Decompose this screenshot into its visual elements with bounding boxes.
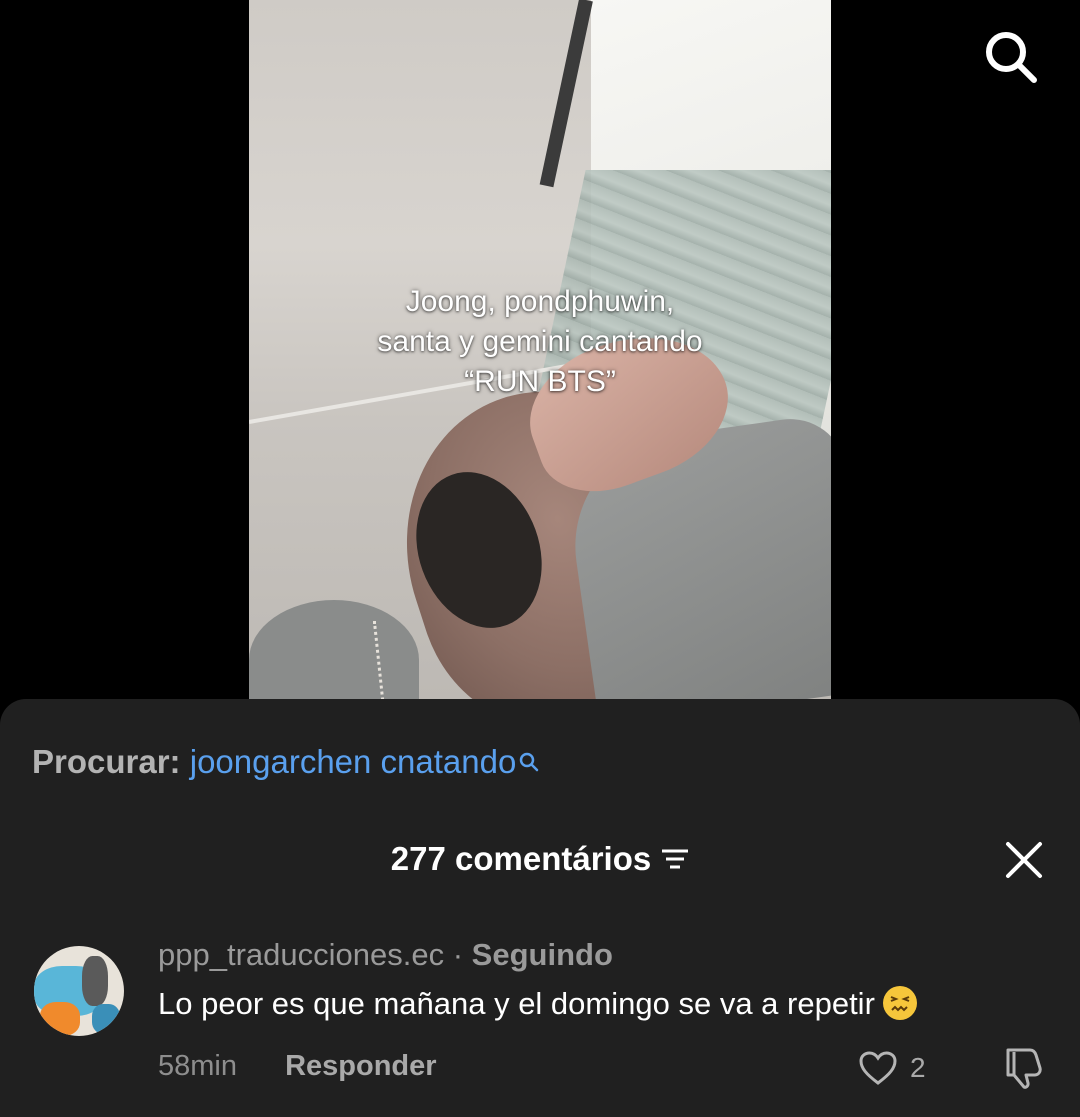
video-player[interactable]: Joong, pondphuwin, santa y gemini cantan… xyxy=(0,0,1080,700)
comment-body: Lo peor es que mañana y el domingo se va… xyxy=(158,986,875,1021)
comment-username[interactable]: ppp_traducciones.ec xyxy=(158,937,444,972)
like-count: 2 xyxy=(910,1052,926,1083)
comment-meta: ppp_traducciones.ec · Seguindo xyxy=(158,934,613,976)
video-caption-line: Joong, pondphuwin, xyxy=(405,285,675,318)
comments-count-title: 277 comentários xyxy=(390,840,652,877)
search-icon xyxy=(986,32,1037,83)
meta-separator: · xyxy=(452,937,464,972)
comments-header: 277 comentários xyxy=(0,838,1080,880)
follow-status: Seguindo xyxy=(471,937,613,972)
video-caption-line: santa y gemini cantando xyxy=(377,325,703,358)
dislike-button[interactable] xyxy=(1000,1046,1048,1090)
search-icon xyxy=(518,740,540,784)
comment-item: ppp_traducciones.ec · Seguindo Lo peor e… xyxy=(0,930,1080,1117)
close-icon xyxy=(1006,842,1042,878)
search-suggestion-prefix: Procurar: xyxy=(32,743,181,780)
video-caption: Joong, pondphuwin, santa y gemini cantan… xyxy=(249,282,831,402)
confounded-face-emoji-icon xyxy=(882,985,917,1020)
like-button[interactable]: 2 xyxy=(858,1048,926,1088)
filter-icon[interactable] xyxy=(661,838,689,880)
comment-time: 58min xyxy=(158,1050,237,1082)
search-suggestion[interactable]: Procurar: joongarchen cnatando xyxy=(32,740,540,784)
avatar[interactable] xyxy=(34,946,124,1036)
heart-icon xyxy=(859,1051,897,1085)
thumbs-down-icon xyxy=(1006,1048,1042,1089)
close-button[interactable] xyxy=(1004,840,1044,880)
comment-text: Lo peor es que mañana y el domingo se va… xyxy=(158,982,917,1026)
video-scene-rod xyxy=(539,0,593,188)
comment-footer: 58min Responder xyxy=(158,1046,437,1086)
search-button[interactable] xyxy=(982,28,1038,84)
video-caption-line: “RUN BTS” xyxy=(464,365,616,398)
search-suggestion-link[interactable]: joongarchen cnatando xyxy=(190,743,517,780)
reply-button[interactable]: Responder xyxy=(285,1050,436,1082)
